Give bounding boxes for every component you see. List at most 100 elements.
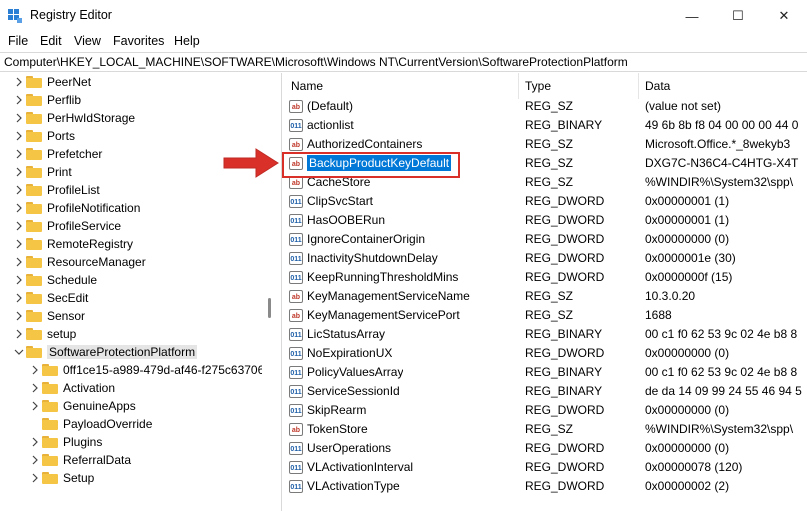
menu-view[interactable]: View — [74, 34, 101, 48]
tree-item[interactable]: Schedule — [14, 271, 97, 289]
chevron-right-icon[interactable] — [30, 433, 42, 451]
value-data: DXG7C-N36C4-C4HTG-X4T — [645, 156, 799, 170]
address-bar[interactable]: Computer\HKEY_LOCAL_MACHINE\SOFTWARE\Mic… — [0, 52, 807, 72]
chevron-right-icon[interactable] — [30, 469, 42, 487]
chevron-right-icon[interactable] — [14, 73, 26, 91]
value-row[interactable]: 011 ServiceSessionId REG_BINARY de da 14 09… — [283, 382, 807, 401]
menu-edit[interactable]: Edit — [40, 34, 62, 48]
tree-item-label: SoftwareProtectionPlatform — [47, 345, 198, 359]
value-row[interactable]: 011 VLActivationType REG_DWORD 0x00000002 (… — [283, 477, 807, 496]
tree-item-label: 0ff1ce15-a989-479d-af46-f275c63706 — [63, 363, 262, 377]
chevron-right-icon[interactable] — [30, 379, 42, 397]
chevron-right-icon[interactable] — [14, 217, 26, 235]
value-row[interactable]: 011 NoExpirationUX REG_DWORD 0x00000000 (0) — [283, 344, 807, 363]
tree-item[interactable]: setup — [14, 325, 76, 343]
tree-item[interactable]: Sensor — [14, 307, 85, 325]
maximize-button[interactable]: ☐ — [715, 0, 761, 32]
value-row[interactable]: 011 UserOperations REG_DWORD 0x00000000 (0) — [283, 439, 807, 458]
chevron-right-icon[interactable] — [14, 235, 26, 253]
chevron-right-icon[interactable] — [30, 397, 42, 415]
chevron-right-icon[interactable] — [30, 451, 42, 469]
value-row[interactable]: ab (Default) REG_SZ (value not set) — [283, 97, 807, 116]
folder-icon — [42, 364, 58, 376]
value-row[interactable]: 011 InactivityShutdownDelay REG_DWORD 0x000… — [283, 249, 807, 268]
tree-item[interactable]: 0ff1ce15-a989-479d-af46-f275c63706 — [30, 361, 262, 379]
ab-string-icon: ab — [289, 100, 303, 113]
chevron-right-icon[interactable] — [14, 181, 26, 199]
column-divider[interactable] — [638, 73, 639, 99]
value-row[interactable]: 011 LicStatusArray REG_BINARY 00 c1 f0 62 5… — [283, 325, 807, 344]
tree-item[interactable]: ProfileList — [14, 181, 100, 199]
chevron-right-icon[interactable] — [14, 199, 26, 217]
tree-item-label: ReferralData — [63, 453, 132, 467]
tree-item[interactable]: Ports — [14, 127, 75, 145]
chevron-right-icon[interactable] — [14, 163, 26, 181]
value-row[interactable]: 011 KeepRunningThresholdMins REG_DWORD 0x00… — [283, 268, 807, 287]
tree-item[interactable]: GenuineApps — [30, 397, 136, 415]
tree-item[interactable]: PerHwIdStorage — [14, 109, 135, 127]
tree-item[interactable]: PeerNet — [14, 73, 91, 91]
tree-item-label: Activation — [63, 381, 116, 395]
tree-item-label: GenuineApps — [63, 399, 136, 413]
value-row[interactable]: 011 IgnoreContainerOrigin REG_DWORD 0x00000… — [283, 230, 807, 249]
chevron-right-icon[interactable] — [14, 91, 26, 109]
tree-item[interactable]: Plugins — [30, 433, 102, 451]
folder-icon — [42, 472, 58, 484]
tree-item[interactable]: ResourceManager — [14, 253, 146, 271]
value-data: 1688 — [645, 308, 672, 322]
folder-icon — [42, 418, 58, 430]
menu-help[interactable]: Help — [174, 34, 200, 48]
close-button[interactable]: ✕ — [761, 0, 807, 32]
value-type: REG_SZ — [525, 175, 574, 189]
chevron-right-icon[interactable] — [14, 289, 26, 307]
tree-item[interactable]: ReferralData — [30, 451, 131, 469]
value-row[interactable]: 011 SkipRearm REG_DWORD 0x00000000 (0) — [283, 401, 807, 420]
window-title: Registry Editor — [30, 8, 112, 22]
minimize-button[interactable]: — — [669, 0, 715, 32]
chevron-right-icon[interactable] — [30, 361, 42, 379]
chevron-right-icon[interactable] — [14, 325, 26, 343]
address-path[interactable]: Computer\HKEY_LOCAL_MACHINE\SOFTWARE\Mic… — [4, 55, 628, 69]
annotation-highlight-box — [282, 152, 460, 178]
tree-item[interactable]: Perflib — [14, 91, 81, 109]
chevron-right-icon[interactable] — [14, 109, 26, 127]
value-row[interactable]: 011 HasOOBERun REG_DWORD 0x00000001 (1) — [283, 211, 807, 230]
key-tree: PeerNet Perflib PerHwIdStorage Ports Prefetc… — [0, 73, 262, 511]
chevron-right-icon[interactable] — [14, 127, 26, 145]
column-divider[interactable] — [518, 73, 519, 99]
tree-item[interactable]: PayloadOverride — [30, 415, 152, 433]
tree-item[interactable]: Setup — [30, 469, 94, 487]
chevron-down-icon[interactable] — [14, 343, 26, 361]
value-row[interactable]: ab KeyManagementServiceName REG_SZ 10.3.0.2… — [283, 287, 807, 306]
tree-item[interactable]: Activation — [30, 379, 115, 397]
value-data: 00 c1 f0 62 53 9c 02 4e b8 8 — [645, 327, 798, 341]
menu-file[interactable]: File — [8, 34, 28, 48]
value-row[interactable]: 011 actionlist REG_BINARY 49 6b 8b f8 04 00… — [283, 116, 807, 135]
tree-item[interactable]: RemoteRegistry — [14, 235, 133, 253]
value-type: REG_DWORD — [525, 403, 605, 417]
value-row[interactable]: 011 PolicyValuesArray REG_BINARY 00 c1 f0 6… — [283, 363, 807, 382]
value-row[interactable]: ab TokenStore REG_SZ %WINDIR%\System32\spp\ — [283, 420, 807, 439]
tree-item[interactable]: SoftwareProtectionPlatform — [14, 343, 198, 361]
binary-value-icon: 011 — [289, 214, 303, 227]
tree-item-label: ProfileService — [47, 219, 122, 233]
value-row[interactable]: 011 VLActivationInterval REG_DWORD 0x000000… — [283, 458, 807, 477]
tree-item[interactable]: ProfileNotification — [14, 199, 140, 217]
menu-favorites[interactable]: Favorites — [113, 34, 164, 48]
tree-scrollbar[interactable] — [262, 73, 282, 511]
tree-item[interactable]: Prefetcher — [14, 145, 102, 163]
folder-icon — [42, 436, 58, 448]
chevron-right-icon[interactable] — [14, 271, 26, 289]
tree-scroll-thumb[interactable] — [268, 298, 271, 318]
value-row[interactable]: 011 ClipSvcStart REG_DWORD 0x00000001 (1) — [283, 192, 807, 211]
chevron-right-icon[interactable] — [14, 253, 26, 271]
tree-item[interactable]: Print — [14, 163, 72, 181]
tree-item[interactable]: ProfileService — [14, 217, 121, 235]
binary-value-icon: 011 — [289, 480, 303, 493]
chevron-right-icon[interactable] — [14, 145, 26, 163]
tree-item[interactable]: SecEdit — [14, 289, 88, 307]
binary-value-icon: 011 — [289, 385, 303, 398]
chevron-right-icon[interactable] — [14, 307, 26, 325]
value-type: REG_DWORD — [525, 460, 605, 474]
value-row[interactable]: ab KeyManagementServicePort REG_SZ 1688 — [283, 306, 807, 325]
